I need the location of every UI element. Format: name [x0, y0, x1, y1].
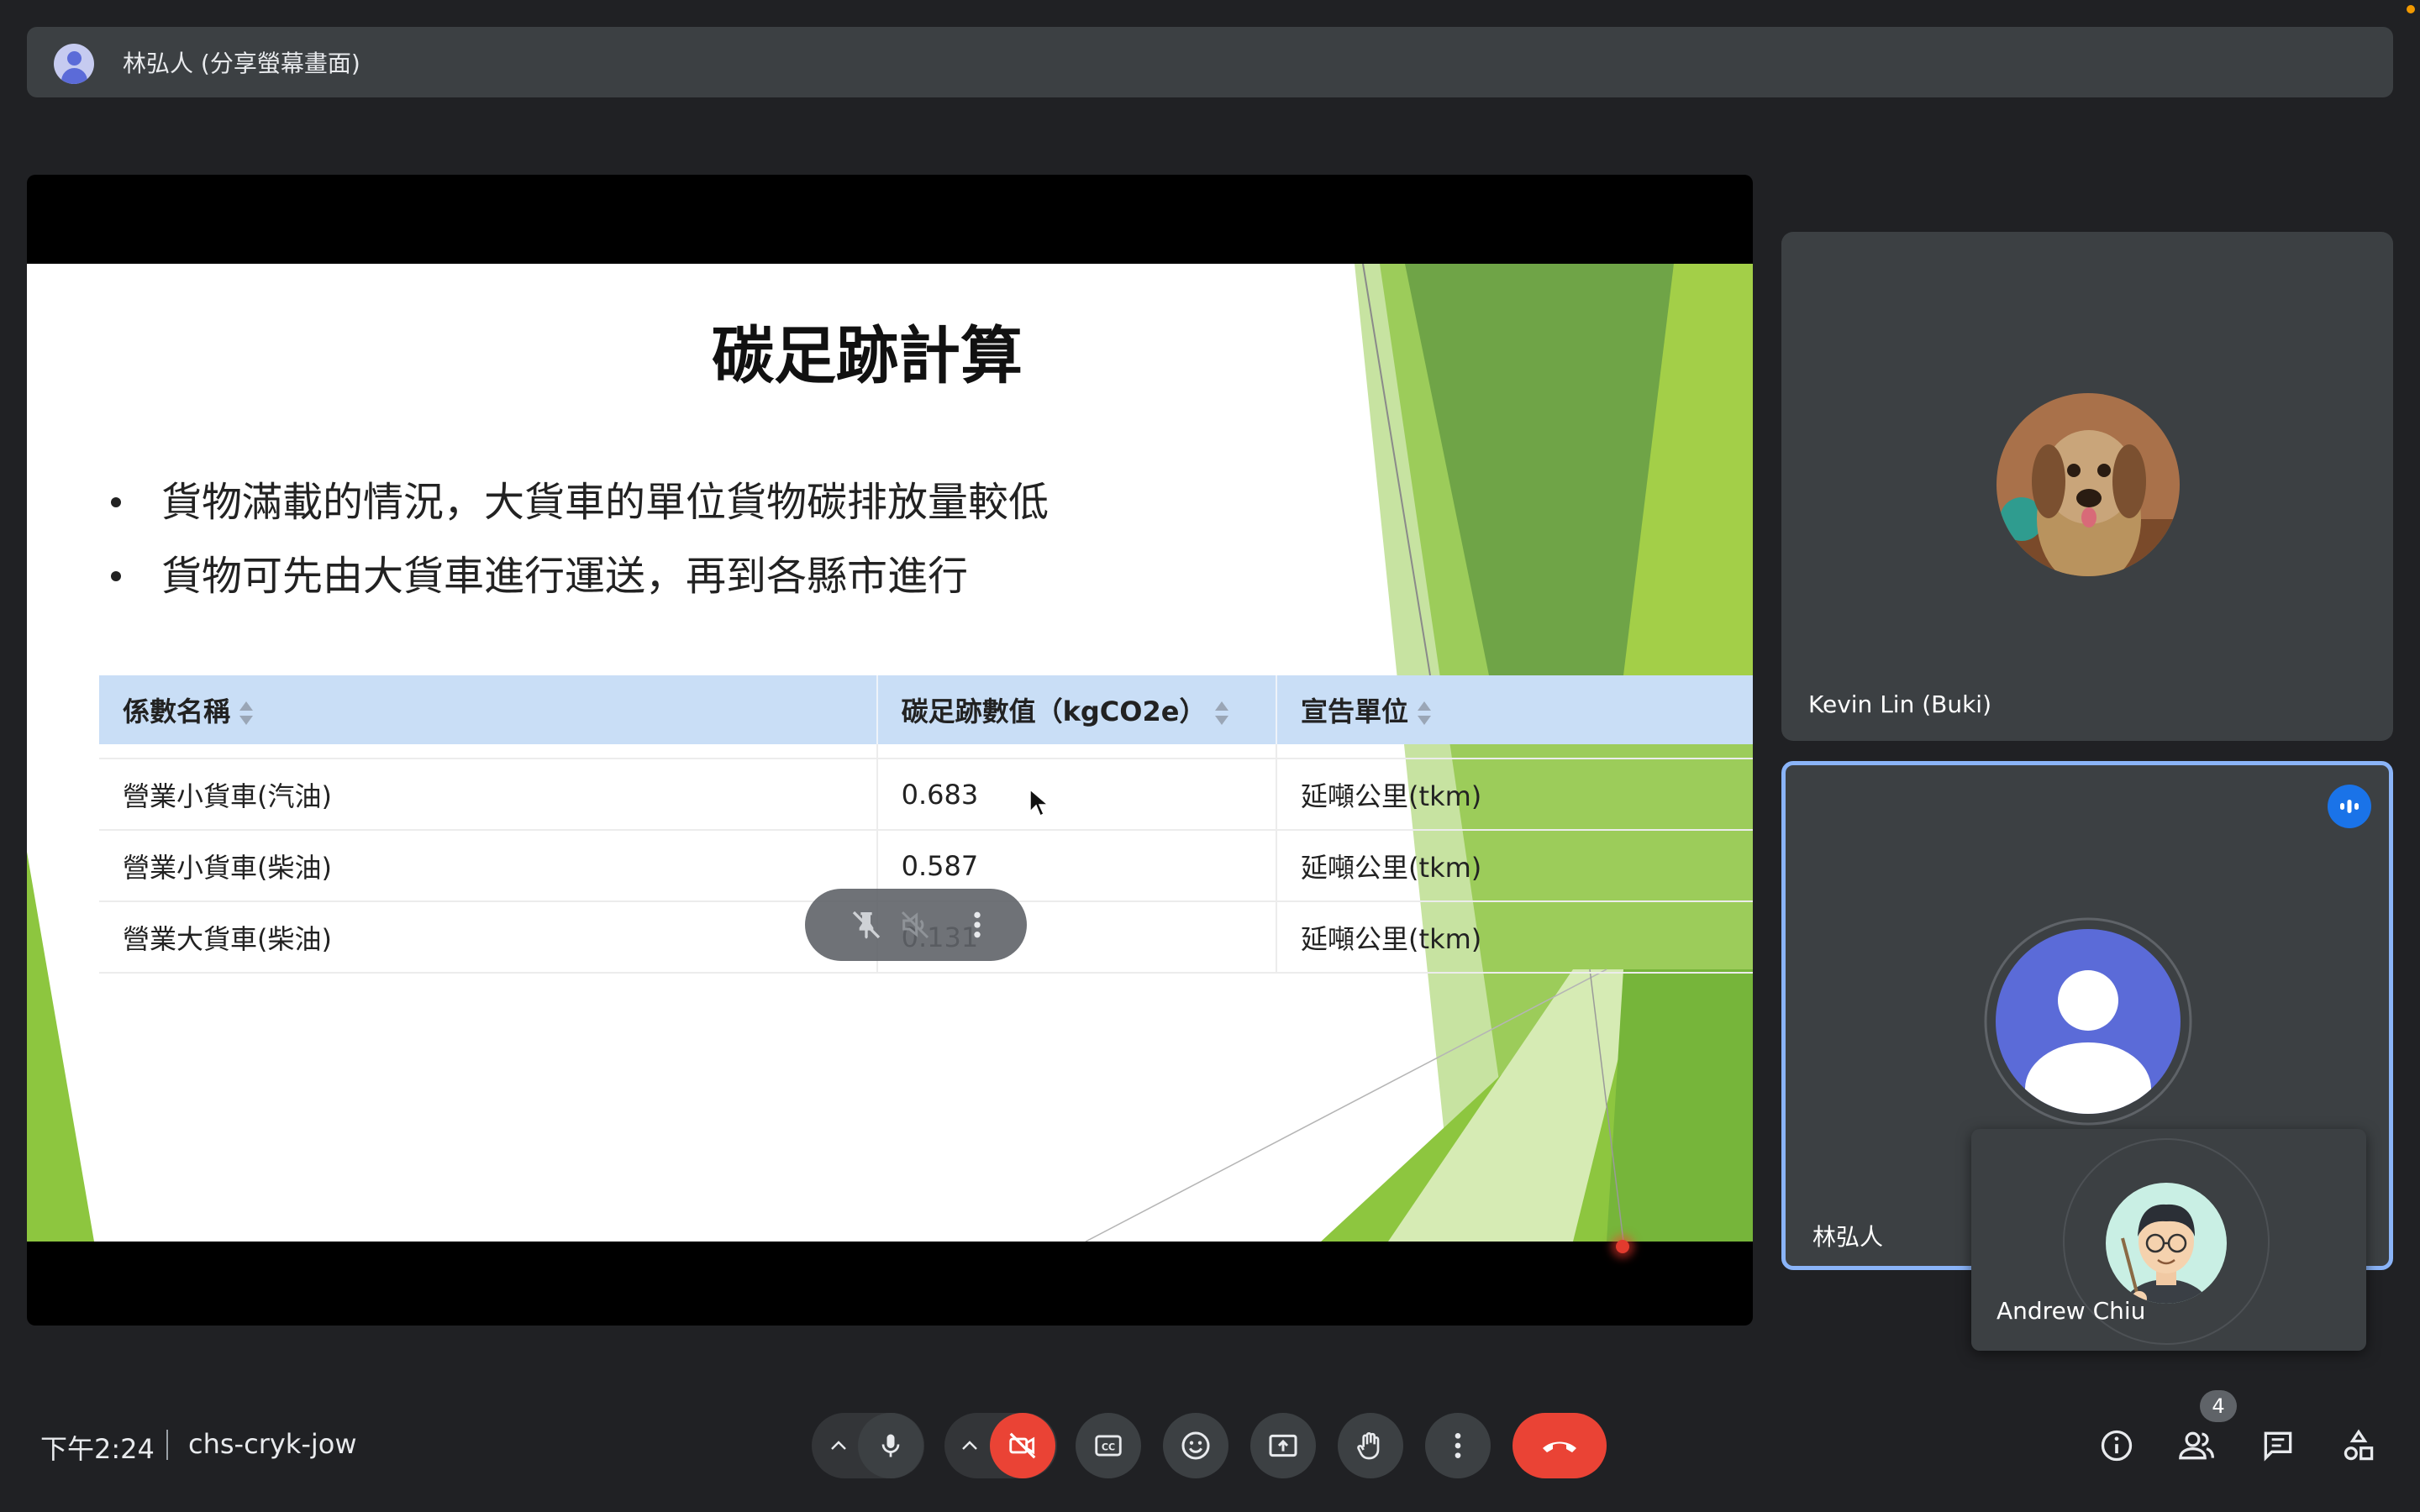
slide-bullets: 貨物滿載的情況，大貨車的單位貨物碳排放量較低 貨物可先由大貨車進行運送，再到各縣…	[111, 465, 1049, 613]
tile-hover-controls	[805, 889, 1027, 961]
present-screen-icon	[1269, 1434, 1297, 1457]
video-options-button[interactable]	[953, 1433, 986, 1458]
sort-icon[interactable]	[1214, 701, 1229, 725]
chat-icon	[2264, 1431, 2292, 1462]
people-count-badge: 4	[2200, 1390, 2237, 1422]
chevron-up-icon	[831, 1441, 846, 1450]
table-cell: 營業大貨車(柴油)	[99, 901, 878, 974]
participant-avatar	[1984, 917, 2192, 1126]
closed-captions-icon: CC	[1095, 1435, 1122, 1457]
table-cell: 延噸公里(tkm)	[1276, 901, 1753, 974]
presenter-avatar	[54, 44, 94, 84]
present-button[interactable]	[1250, 1413, 1316, 1478]
microphone-button[interactable]	[858, 1413, 923, 1478]
activities-icon	[2344, 1429, 2374, 1461]
reactions-button[interactable]	[1163, 1413, 1228, 1478]
more-options-button[interactable]	[953, 900, 1002, 949]
meeting-code: chs-cryk-jow	[188, 1428, 357, 1460]
shared-screen: 碳足跡計算 貨物滿載的情況，大貨車的單位貨物碳排放量較低 貨物可先由大貨車進行運…	[27, 175, 1753, 1326]
presenter-title: 林弘人 (分享螢幕畫面)	[123, 50, 360, 77]
camera-off-icon	[1009, 1432, 1036, 1459]
unpin-button[interactable]	[842, 900, 891, 949]
participant-avatar	[1996, 393, 2180, 576]
emoji-icon	[1181, 1431, 1210, 1460]
table-cell: 0.683	[876, 759, 1278, 831]
divider	[166, 1430, 168, 1460]
meeting-time: 下午2:24	[40, 1433, 155, 1465]
self-view-tile[interactable]: Andrew Chiu	[1971, 1129, 2366, 1351]
camera-button[interactable]	[990, 1413, 1055, 1478]
hand-icon	[1357, 1432, 1380, 1460]
laser-pointer	[1616, 1240, 1629, 1253]
table-cell: 營業小貨車(柴油)	[99, 830, 878, 902]
speaker-muted-icon	[901, 911, 929, 939]
table-row: 營業小貨車(汽油) 0.683 延噸公里(tkm)	[99, 759, 1753, 831]
mouse-cursor-icon	[1029, 788, 1050, 817]
info-icon	[2101, 1430, 2133, 1462]
microphone-icon	[881, 1434, 900, 1457]
people-icon	[2179, 1431, 2214, 1460]
participant-name: Andrew Chiu	[1996, 1297, 2146, 1325]
speaking-indicator	[2328, 785, 2371, 828]
more-options-button[interactable]	[1425, 1413, 1491, 1478]
chevron-up-icon	[962, 1441, 977, 1450]
more-vert-icon	[1455, 1433, 1461, 1458]
presenter-bar[interactable]: 林弘人 (分享螢幕畫面)	[27, 27, 2393, 97]
audio-level-icon	[2340, 800, 2359, 813]
slide-title: 碳足跡計算	[712, 320, 1023, 392]
table-cell: 營業小貨車(汽油)	[99, 759, 878, 831]
unpin-icon	[852, 911, 881, 939]
status-dot	[2407, 5, 2415, 13]
meeting-details-button[interactable]	[2091, 1420, 2143, 1472]
column-header[interactable]: 係數名稱	[99, 675, 878, 744]
activities-button[interactable]	[2333, 1420, 2385, 1472]
table-header-row: 係數名稱 碳足跡數值（kgCO2e） 宣告單位	[99, 675, 1753, 744]
mute-tile-button[interactable]	[891, 900, 939, 949]
sort-icon[interactable]	[239, 701, 254, 725]
participant-name: 林弘人	[1812, 1223, 1884, 1251]
presentation-slide: 碳足跡計算 貨物滿載的情況，大貨車的單位貨物碳排放量較低 貨物可先由大貨車進行運…	[27, 264, 1753, 1242]
participant-name: Kevin Lin (Buki)	[1808, 690, 1992, 718]
column-header[interactable]: 碳足跡數值（kgCO2e）	[876, 675, 1278, 744]
audio-options-button[interactable]	[822, 1433, 855, 1458]
table-cell: 延噸公里(tkm)	[1276, 759, 1753, 831]
raise-hand-button[interactable]	[1338, 1413, 1403, 1478]
leave-call-button[interactable]	[1512, 1413, 1607, 1478]
svg-text:CC: CC	[1102, 1442, 1115, 1453]
bullet-item: 貨物可先由大貨車進行運送，再到各縣市進行	[111, 539, 1049, 613]
people-button[interactable]	[2171, 1420, 2223, 1472]
participant-tile[interactable]: Kevin Lin (Buki)	[1781, 232, 2393, 741]
table-cell: 延噸公里(tkm)	[1276, 830, 1753, 902]
more-vert-icon	[974, 911, 981, 938]
hang-up-icon	[1543, 1441, 1576, 1452]
bullet-item: 貨物滿載的情況，大貨車的單位貨物碳排放量較低	[111, 465, 1049, 539]
captions-button[interactable]: CC	[1076, 1413, 1141, 1478]
sort-icon[interactable]	[1417, 701, 1432, 725]
chat-button[interactable]	[2252, 1420, 2304, 1472]
column-header[interactable]: 宣告單位	[1276, 675, 1753, 744]
